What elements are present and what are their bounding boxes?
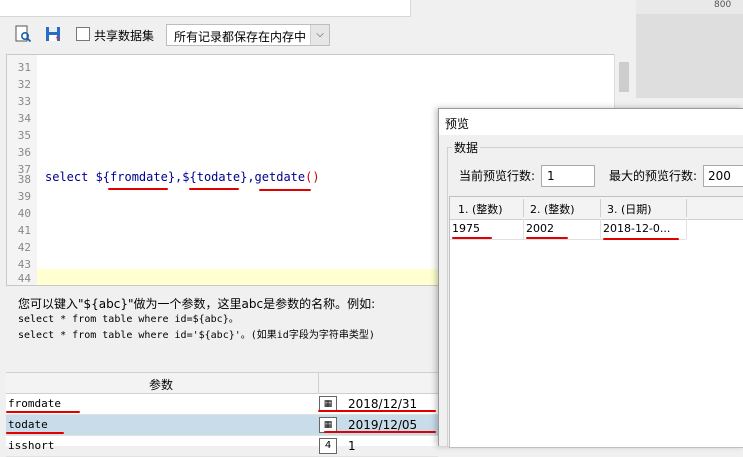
line-number: 36: [17, 146, 31, 159]
memory-mode-select[interactable]: 所有记录都保存在内存中 ⌵: [166, 24, 330, 46]
share-dataset-label: 共享数据集: [94, 29, 155, 43]
line-number: 44: [17, 272, 31, 285]
line-number: 38: [17, 173, 31, 186]
parameter-value[interactable]: 2018/12/31: [348, 397, 417, 411]
annotation-underline: [526, 237, 568, 239]
max-preview-rows-input[interactable]: 200: [703, 165, 743, 187]
annotation-underline: [189, 188, 239, 190]
line-number: 42: [17, 241, 31, 254]
parameter-name: isshort: [8, 439, 55, 452]
max-preview-rows-label: 最大的预览行数:: [609, 169, 698, 183]
line-number: 34: [17, 112, 31, 125]
query-icon[interactable]: [14, 25, 32, 43]
column-header[interactable]: 1. (整数): [458, 201, 503, 217]
getdate-func-token: getdate: [254, 170, 306, 184]
preview-dialog: 预览 数据 当前预览行数: 1 最大的预览行数: 200 1. (整数) 2. …: [438, 108, 743, 448]
parameter-name: todate: [8, 418, 48, 431]
result-cell[interactable]: 1975: [452, 222, 480, 235]
line-number: 31: [17, 61, 31, 74]
line-number: 39: [17, 190, 31, 203]
annotation-underline: [6, 432, 64, 434]
parameter-column-header: 参数: [148, 378, 173, 392]
help-line-3: select * from table where id='${abc}'。(如…: [18, 330, 375, 341]
parameter-value[interactable]: 2019/12/05: [348, 418, 417, 432]
top-input-strip: [0, 0, 411, 17]
annotation-underline: [259, 189, 311, 191]
line-number: 35: [17, 129, 31, 142]
column-header[interactable]: 2. (整数): [530, 201, 575, 217]
line-number: 32: [17, 78, 31, 91]
annotation-underline: [6, 411, 80, 413]
preview-result-grid[interactable]: 1. (整数) 2. (整数) 3. (日期) 1975 2002 2018-1…: [449, 196, 743, 448]
annotation-underline: [603, 238, 679, 240]
side-panel: [636, 98, 743, 108]
parameter-value[interactable]: 1: [348, 439, 356, 453]
ruler-label: 800: [714, 0, 732, 10]
parameter-grid: 参数 fromdate ▦ 2018/12/31 todate ▦ 2019/1…: [6, 372, 438, 457]
line-number: 41: [17, 224, 31, 237]
share-dataset-checkbox[interactable]: [76, 27, 90, 41]
report-canvas-area: [636, 14, 743, 98]
annotation-underline: [452, 237, 492, 239]
line-number: 40: [17, 207, 31, 220]
toolbar: 共享数据集 所有记录都保存在内存中 ⌵: [6, 22, 634, 48]
result-grid-header: 1. (整数) 2. (整数) 3. (日期): [450, 197, 743, 220]
annotation-underline: [324, 431, 436, 433]
dialog-title: 预览: [445, 117, 470, 131]
save-icon[interactable]: [44, 25, 62, 43]
column-header[interactable]: 3. (日期): [607, 201, 652, 217]
parameter-row-isshort[interactable]: isshort 4 1: [6, 436, 438, 457]
help-line-2: select * from table where id=${abc}。: [18, 314, 239, 325]
param-todate-token: todate: [196, 170, 241, 184]
func-parens: (): [305, 170, 320, 184]
annotation-underline: [108, 188, 168, 190]
result-cell[interactable]: 2002: [526, 222, 554, 235]
scrollbar-thumb[interactable]: [619, 62, 629, 92]
parameter-name: fromdate: [8, 397, 61, 410]
help-line-1: 您可以键入"${abc}"做为一个参数，这里abc是参数的名称。例如:: [18, 297, 376, 311]
chevron-down-icon[interactable]: ⌵: [310, 25, 329, 45]
sql-code-line: select ${fromdate},${todate},getdate(): [45, 170, 320, 184]
result-cell[interactable]: 2018-12-0...: [603, 222, 670, 235]
parameter-grid-header: 参数: [6, 373, 438, 394]
dialog-titlebar[interactable]: 预览: [439, 109, 743, 135]
ruler: 800: [636, 0, 743, 15]
line-number: 33: [17, 95, 31, 108]
data-group-label: 数据: [452, 139, 481, 156]
annotation-underline: [318, 410, 436, 412]
current-preview-rows-input[interactable]: 1: [541, 165, 595, 187]
line-number-gutter: 30 31 32 33 34 35 36 37 38 39 40 41 42 4…: [7, 55, 37, 285]
memory-mode-value: 所有记录都保存在内存中: [174, 30, 307, 44]
line-number: 43: [17, 258, 31, 271]
integer-type-icon[interactable]: 4: [319, 438, 337, 454]
current-preview-rows-label: 当前预览行数:: [459, 169, 536, 183]
param-fromdate-token: fromdate: [110, 170, 168, 184]
parameter-help-text: 您可以键入"${abc}"做为一个参数，这里abc是参数的名称。例如: sele…: [18, 296, 438, 344]
